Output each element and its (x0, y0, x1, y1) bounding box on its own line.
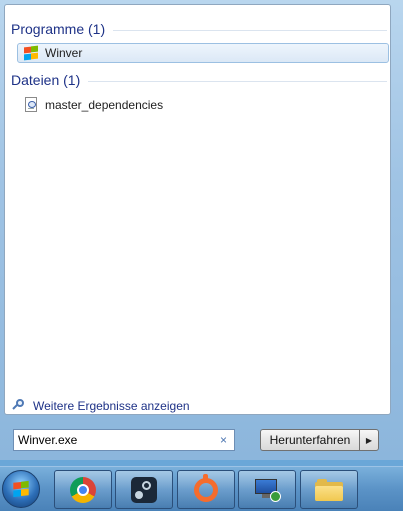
windows-flag-icon (23, 45, 39, 61)
see-more-results-link[interactable]: Weitere Ergebnisse anzeigen (13, 399, 190, 413)
group-header-programs: Programme (1) (11, 20, 387, 38)
origin-icon (194, 473, 218, 502)
start-menu: Programme (1) Winver Dateien (1) master_… (0, 0, 403, 460)
document-file-icon (23, 97, 39, 113)
magnifier-icon (13, 399, 27, 413)
search-results-panel: Programme (1) Winver Dateien (1) master_… (4, 4, 391, 415)
result-item-winver[interactable]: Winver (17, 43, 389, 63)
shutdown-options-arrow-icon[interactable]: ▶ (359, 429, 379, 451)
result-item-master-dependencies[interactable]: master_dependencies (17, 95, 389, 115)
taskbar-button-chrome[interactable] (54, 470, 112, 509)
taskbar-button-remote-desktop[interactable] (238, 470, 296, 509)
taskbar (0, 466, 403, 511)
see-more-results-label: Weitere Ergebnisse anzeigen (33, 399, 190, 413)
taskbar-button-origin[interactable] (177, 470, 235, 509)
steam-icon (131, 476, 157, 503)
result-item-label: Winver (45, 46, 83, 60)
remote-desktop-icon (253, 478, 281, 502)
taskbar-button-explorer[interactable] (300, 470, 358, 509)
clear-search-icon[interactable]: × (217, 433, 230, 447)
taskbar-button-steam[interactable] (115, 470, 173, 509)
group-title-files: Dateien (1) (11, 72, 81, 88)
search-input[interactable] (18, 433, 217, 447)
group-title-programs: Programme (1) (11, 21, 106, 37)
group-divider (88, 80, 387, 82)
chrome-icon (70, 476, 96, 503)
group-header-files: Dateien (1) (11, 71, 387, 89)
shutdown-control: Herunterfahren ▶ (260, 429, 379, 451)
result-item-label: master_dependencies (45, 98, 164, 112)
file-explorer-icon (315, 478, 343, 501)
shutdown-button[interactable]: Herunterfahren (260, 429, 359, 451)
group-divider (113, 29, 387, 31)
search-box: × (13, 429, 235, 451)
windows-start-orb-icon[interactable] (2, 470, 40, 508)
